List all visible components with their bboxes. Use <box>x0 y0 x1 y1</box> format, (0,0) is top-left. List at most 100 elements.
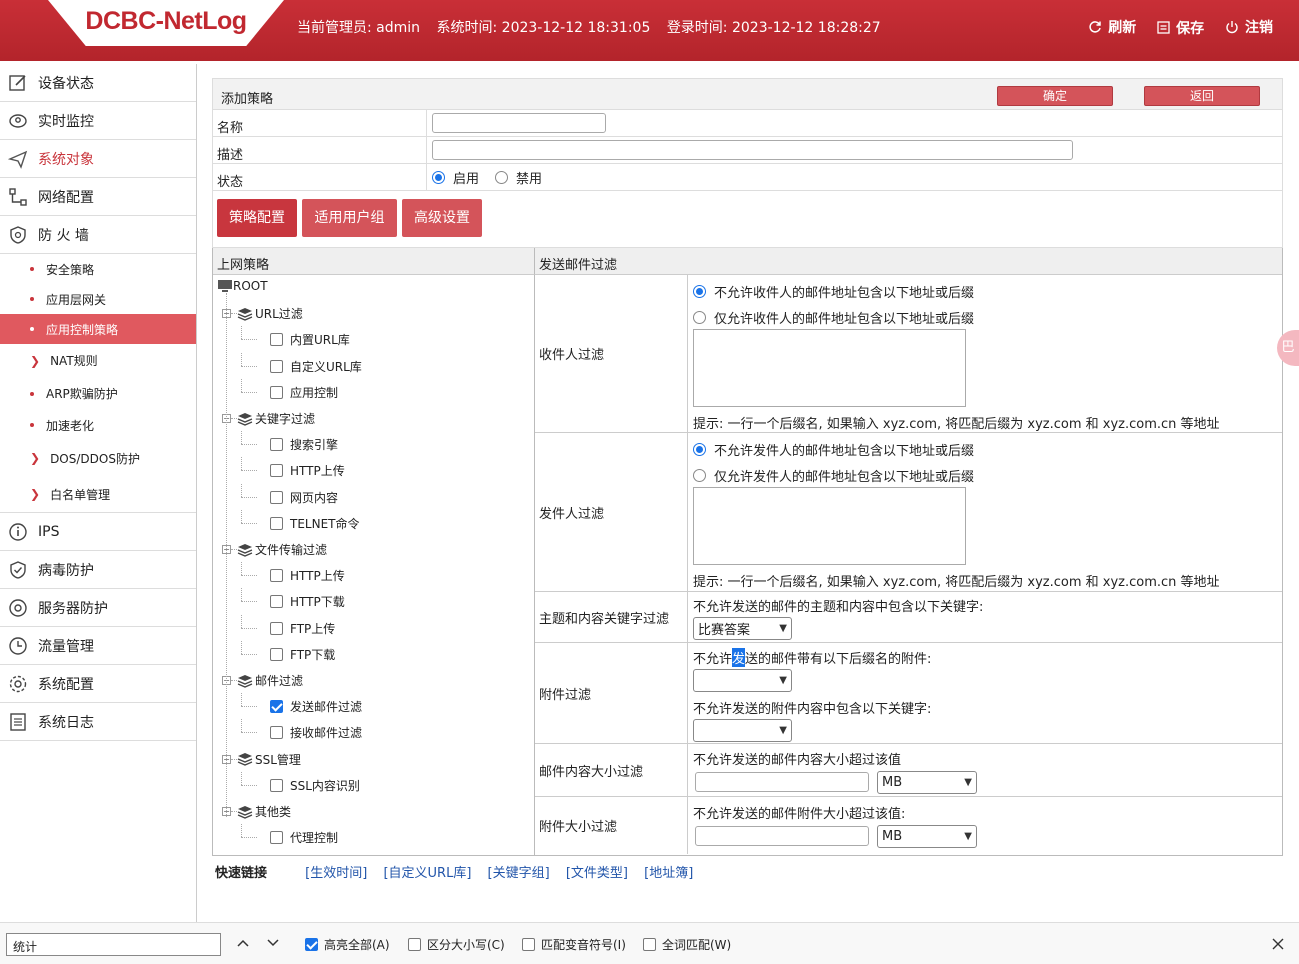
sidebar-item-device-status[interactable]: 设备状态 <box>0 64 196 102</box>
tree-item[interactable]: 接收邮件过滤 <box>270 724 362 741</box>
tree-checkbox[interactable] <box>270 621 283 635</box>
recipient-allow-radio[interactable] <box>693 311 706 324</box>
whole-word-checkbox[interactable] <box>643 938 656 951</box>
attachment-size-input[interactable] <box>695 826 869 846</box>
tree-item[interactable]: SSL内容识别 <box>270 777 360 794</box>
whole-word-option[interactable]: 全词匹配(W) <box>643 936 731 953</box>
tab-advanced[interactable]: 高级设置 <box>402 199 482 237</box>
submenu-item[interactable]: ❯ 白名单管理 <box>0 476 196 512</box>
submenu-item[interactable]: ❯ NAT规则 <box>0 344 196 377</box>
keyword-select[interactable]: 比赛答案 ▼ <box>693 617 792 640</box>
tree-checkbox[interactable] <box>270 647 283 661</box>
sidebar-item-info[interactable]: IPS <box>0 513 196 551</box>
refresh-button[interactable]: 刷新 <box>1088 17 1136 37</box>
sidebar-item-server[interactable]: 服务器防护 <box>0 589 196 627</box>
attachment-size-unit-select[interactable]: MB ▼ <box>877 825 977 848</box>
highlight-all-option[interactable]: 高亮全部(A) <box>305 936 390 953</box>
tree-checkbox[interactable] <box>270 359 283 373</box>
shield-check-icon <box>10 560 26 579</box>
sender-deny-radio[interactable] <box>693 443 706 456</box>
sidebar-item-firewall[interactable]: 防 火 墙 <box>0 216 196 254</box>
match-diacritics-checkbox[interactable] <box>522 938 535 951</box>
link-address-book[interactable]: [地址簿] <box>644 866 693 881</box>
save-button[interactable]: 保存 <box>1157 18 1204 38</box>
link-custom-url[interactable]: [自定义URL库] <box>383 866 471 881</box>
submenu-item[interactable]: ❯ DOS/DDOS防护 <box>0 440 196 476</box>
find-previous-icon[interactable] <box>236 938 250 948</box>
tree-checkbox[interactable] <box>270 778 283 792</box>
sender-textarea[interactable] <box>693 487 966 565</box>
content-size-input[interactable] <box>695 772 869 792</box>
back-button[interactable]: 返回 <box>1144 86 1260 106</box>
recipient-textarea[interactable] <box>693 329 966 407</box>
tree-checkbox[interactable] <box>270 490 283 504</box>
tree-connector <box>241 693 242 707</box>
link-effective-time[interactable]: [生效时间] <box>305 866 367 881</box>
tree-item[interactable]: TELNET命令 <box>270 515 360 532</box>
sidebar-item-system-objects[interactable]: 系统对象 <box>0 140 196 178</box>
tree-item[interactable]: HTTP上传 <box>270 567 345 584</box>
confirm-button[interactable]: 确定 <box>997 86 1113 106</box>
sidebar-item-gear[interactable]: 系统配置 <box>0 665 196 703</box>
tree-item[interactable]: 代理控制 <box>270 829 338 846</box>
login-time: 登录时间: 2023-12-12 18:28:27 <box>666 20 881 36</box>
match-case-option[interactable]: 区分大小写(C) <box>408 936 505 953</box>
link-file-type[interactable]: [文件类型] <box>566 866 628 881</box>
sidebar-item-log[interactable]: 系统日志 <box>0 703 196 741</box>
tree-item[interactable]: 内置URL库 <box>270 331 350 348</box>
tree-item[interactable]: 发送邮件过滤 <box>270 698 362 715</box>
tree-checkbox[interactable] <box>270 726 283 740</box>
tree-checkbox[interactable] <box>270 569 283 583</box>
tab-policy-config[interactable]: 策略配置 <box>217 199 297 237</box>
sidebar-label: 系统配置 <box>38 676 94 693</box>
tree-header: 上网策略 <box>213 248 535 275</box>
highlight-all-checkbox[interactable] <box>305 938 318 951</box>
sidebar-item-clock[interactable]: 流量管理 <box>0 627 196 665</box>
tree-checkbox[interactable] <box>270 333 283 347</box>
tree-checkbox[interactable] <box>270 516 283 530</box>
tree-item[interactable]: HTTP下载 <box>270 593 345 610</box>
content-size-unit-select[interactable]: MB ▼ <box>877 771 977 794</box>
tree-item[interactable]: 应用控制 <box>270 384 338 401</box>
tree-item[interactable]: 自定义URL库 <box>270 358 362 375</box>
match-case-checkbox[interactable] <box>408 938 421 951</box>
match-diacritics-option[interactable]: 匹配变音符号(I) <box>522 936 626 953</box>
tree-item[interactable]: FTP下载 <box>270 646 335 663</box>
tree-checkbox[interactable] <box>270 595 283 609</box>
attachment-keyword-select[interactable]: ▼ <box>693 719 792 742</box>
find-next-icon[interactable] <box>266 938 280 948</box>
disable-radio[interactable] <box>495 170 509 184</box>
tree-checkbox[interactable] <box>270 464 283 478</box>
submenu-item[interactable]: 应用层网关 <box>0 284 196 314</box>
enable-radio[interactable] <box>432 170 445 184</box>
submenu-item[interactable]: ARP欺骗防护 <box>0 377 196 410</box>
submenu-item[interactable]: 应用控制策略 <box>0 314 196 344</box>
tree-checkbox[interactable] <box>270 438 283 452</box>
submenu-item[interactable]: 加速老化 <box>0 410 196 440</box>
tree-connector <box>241 326 242 340</box>
gear-icon <box>9 675 27 692</box>
sidebar-item-realtime-monitor[interactable]: 实时监控 <box>0 102 196 140</box>
recipient-deny-radio[interactable] <box>693 285 706 298</box>
close-icon[interactable] <box>1271 937 1285 951</box>
link-keyword-group[interactable]: [关键字组] <box>488 866 550 881</box>
name-input[interactable] <box>432 113 606 133</box>
sender-allow-radio[interactable] <box>693 469 706 482</box>
attachment-ext-select[interactable]: ▼ <box>693 669 792 692</box>
desc-input[interactable] <box>432 140 1073 160</box>
tree-checkbox[interactable] <box>270 385 283 399</box>
submenu-label: NAT规则 <box>50 354 98 368</box>
tree-checkbox[interactable] <box>270 700 283 714</box>
find-input[interactable]: 统计 <box>6 933 221 956</box>
header-actions: 刷新 保存 注销 <box>1072 17 1273 38</box>
tree-item[interactable]: HTTP上传 <box>270 462 345 479</box>
tab-user-groups[interactable]: 适用用户组 <box>302 199 397 237</box>
submenu-item[interactable]: 安全策略 <box>0 254 196 284</box>
sidebar-item-network-config[interactable]: 网络配置 <box>0 178 196 216</box>
tree-item[interactable]: 网页内容 <box>270 489 338 506</box>
tree-item[interactable]: FTP上传 <box>270 620 335 637</box>
tree-checkbox[interactable] <box>270 831 283 845</box>
sidebar-item-shield-check[interactable]: 病毒防护 <box>0 551 196 589</box>
logout-button[interactable]: 注销 <box>1225 17 1273 37</box>
tree-item[interactable]: 搜索引擎 <box>270 436 338 453</box>
